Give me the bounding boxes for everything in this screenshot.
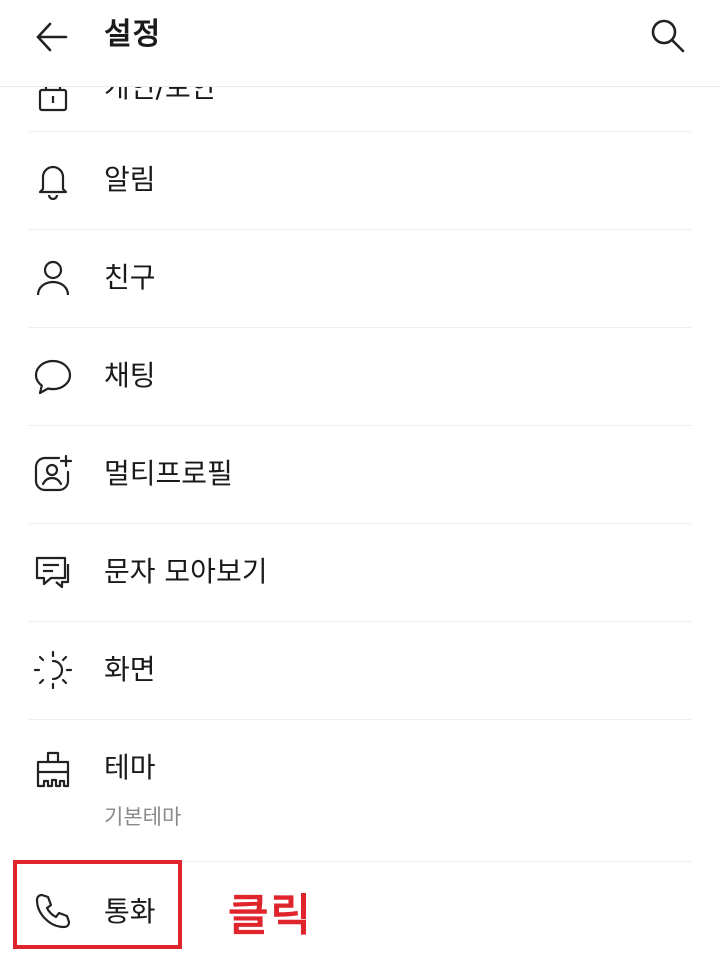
- settings-item-multi-profile[interactable]: 멀티프로필: [0, 426, 720, 523]
- brightness-icon: [33, 650, 73, 690]
- settings-item-label: 채팅: [104, 359, 156, 392]
- theme-brush-icon: [33, 748, 73, 788]
- settings-item-label: 친구: [104, 261, 156, 294]
- settings-item-chat[interactable]: 채팅: [0, 328, 720, 425]
- settings-item-theme[interactable]: 테마 기본테마: [0, 720, 720, 861]
- settings-item-label: 테마: [104, 751, 156, 784]
- app-header: 설정: [0, 0, 720, 87]
- settings-item-friends[interactable]: 친구: [0, 230, 720, 327]
- search-icon[interactable]: [646, 14, 688, 56]
- settings-item-sublabel: 기본테마: [104, 805, 182, 829]
- click-annotation-label: 클릭: [228, 890, 313, 941]
- settings-item-notifications[interactable]: 알림: [0, 132, 720, 229]
- settings-item-label: 알림: [104, 163, 156, 196]
- chat-bubble-icon: [33, 356, 73, 396]
- arrow-left-icon[interactable]: [32, 17, 72, 57]
- multi-profile-icon: [33, 454, 73, 494]
- message-collect-icon: [33, 552, 73, 592]
- page-title: 설정: [104, 17, 162, 52]
- person-icon: [33, 258, 73, 298]
- click-highlight-box: [13, 860, 182, 949]
- settings-item-label: 문자 모아보기: [104, 555, 268, 588]
- settings-item-label: 멀티프로필: [104, 457, 233, 490]
- settings-item-label: 화면: [104, 653, 156, 686]
- settings-item-message-collection[interactable]: 문자 모아보기: [0, 524, 720, 621]
- settings-item-display[interactable]: 화면: [0, 622, 720, 719]
- bell-icon: [33, 160, 73, 200]
- settings-list: 개인/보안 알림 친구 채팅 멀티프로필 문자 모아보기 화면 테마 기본테마 …: [0, 0, 720, 955]
